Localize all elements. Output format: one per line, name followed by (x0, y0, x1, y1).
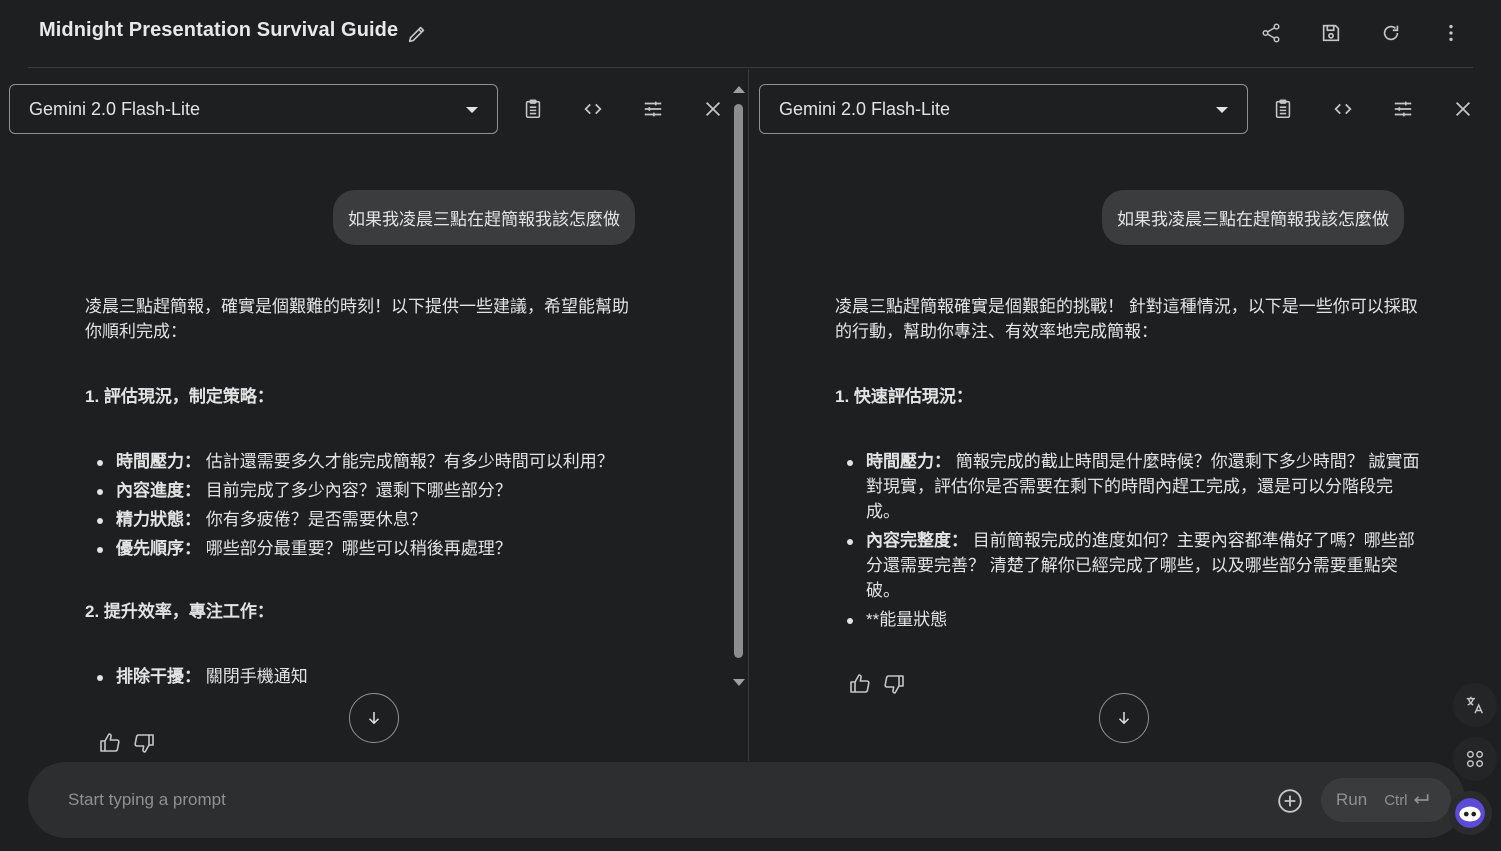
response-intro: 凌晨三點趕簡報，確實是個艱難的時刻！以下提供一些建議，希望能幫助你順利完成： (85, 297, 629, 341)
assistant-icon[interactable] (1448, 791, 1492, 835)
model-selector[interactable]: Gemini 2.0 Flash-Lite (9, 84, 498, 134)
response-intro: 凌晨三點趕簡報確實是個艱鉅的挑戰！ 針對這種情況，以下是一些你可以採取的行動，幫… (835, 297, 1418, 341)
item-text: 目前完成了多少內容？還剩下哪些部分？ (201, 481, 512, 500)
list-item: 內容進度： 目前完成了多少內容？還剩下哪些部分？ (85, 478, 645, 503)
item-text: **能量狀態 (866, 610, 948, 629)
item-label: 精力狀態： (116, 510, 201, 529)
tune-icon[interactable] (641, 97, 665, 121)
compare-panel-left: Gemini 2.0 Flash-Lite 如果我凌晨三點在趕簡報我該怎麼做 凌… (0, 69, 748, 761)
response-list: 排除干擾： 關閉手機通知 (85, 664, 645, 689)
dropdown-caret-icon (1216, 107, 1228, 113)
close-icon[interactable] (1451, 97, 1475, 121)
apps-icon[interactable] (1453, 737, 1497, 781)
model-name: Gemini 2.0 Flash-Lite (29, 98, 201, 119)
more-vert-icon[interactable] (1439, 21, 1463, 45)
thumbs-down-icon[interactable] (882, 672, 906, 696)
code-icon[interactable] (581, 97, 605, 121)
refresh-icon[interactable] (1379, 21, 1403, 45)
scroll-down-button[interactable] (349, 693, 399, 743)
shortcut-label: Ctrl (1384, 791, 1408, 809)
arrow-down-icon (1118, 712, 1130, 725)
save-icon[interactable] (1319, 21, 1343, 45)
model-name: Gemini 2.0 Flash-Lite (779, 98, 951, 119)
list-item: 時間壓力： 簡報完成的截止時間是什麼時候？你還剩下多少時間？ 誠實面對現實，評估… (835, 449, 1425, 524)
response-list: 時間壓力： 估計還需要多久才能完成簡報？有多少時間可以利用？ 內容進度： 目前完… (85, 449, 645, 561)
scroll-up-arrow-icon[interactable] (733, 86, 745, 93)
list-item: **能量狀態 (835, 607, 1425, 632)
scrollbar-thumb[interactable] (734, 104, 743, 658)
thumbs-down-icon[interactable] (132, 731, 156, 755)
item-text: 哪些部分最重要？哪些可以稍後再處理？ (201, 539, 512, 558)
page-title: Midnight Presentation Survival Guide (39, 19, 399, 41)
response-heading: 1. 評估現況，制定策略： (85, 387, 274, 406)
scroll-down-button[interactable] (1099, 693, 1149, 743)
compare-panel-right: Gemini 2.0 Flash-Lite 如果我凌晨三點在趕簡報我該怎麼做 凌… (749, 69, 1501, 761)
run-label: Run (1336, 790, 1368, 809)
item-label: 內容進度： (116, 481, 201, 500)
arrow-down-icon (368, 712, 380, 725)
scroll-down-arrow-icon[interactable] (733, 679, 745, 686)
share-icon[interactable] (1259, 21, 1283, 45)
translate-icon[interactable] (1453, 683, 1497, 727)
prompt-input[interactable] (68, 788, 1168, 812)
response-heading: 2. 提升效率，專注工作： (85, 602, 274, 621)
item-label: 時間壓力： (116, 452, 201, 471)
code-icon[interactable] (1331, 97, 1355, 121)
top-bar: Midnight Presentation Survival Guide (0, 0, 1501, 68)
list-item: 時間壓力： 估計還需要多久才能完成簡報？有多少時間可以利用？ (85, 449, 645, 474)
item-label: 排除干擾： (116, 667, 201, 686)
add-circle-icon[interactable] (1276, 787, 1304, 815)
run-button[interactable]: Run Ctrl (1321, 778, 1451, 822)
dropdown-caret-icon (466, 107, 478, 113)
item-label: 優先順序： (116, 539, 201, 558)
item-text: 關閉手機通知 (201, 667, 308, 686)
model-selector[interactable]: Gemini 2.0 Flash-Lite (759, 84, 1248, 134)
shortcut-hint: Ctrl (1384, 790, 1430, 810)
model-response: 凌晨三點趕簡報確實是個艱鉅的挑戰！ 針對這種情況，以下是一些你可以採取的行動，幫… (835, 294, 1425, 670)
response-heading: 1. 快速評估現況： (835, 387, 973, 406)
list-item: 排除干擾： 關閉手機通知 (85, 664, 645, 689)
list-item: 優先順序： 哪些部分最重要？哪些可以稍後再處理？ (85, 536, 645, 561)
clipboard-icon[interactable] (521, 97, 545, 121)
item-text: 估計還需要多久才能完成簡報？有多少時間可以利用？ (201, 452, 614, 471)
user-message: 如果我凌晨三點在趕簡報我該怎麼做 (1102, 190, 1404, 245)
response-list: 時間壓力： 簡報完成的截止時間是什麼時候？你還剩下多少時間？ 誠實面對現實，評估… (835, 449, 1425, 632)
close-icon[interactable] (701, 97, 725, 121)
model-response: 凌晨三點趕簡報，確實是個艱難的時刻！以下提供一些建議，希望能幫助你順利完成： 1… (85, 294, 645, 727)
list-item: 內容完整度： 目前簡報完成的進度如何？主要內容都準備好了嗎？哪些部分還需要完善？… (835, 528, 1425, 603)
edit-icon[interactable] (405, 22, 429, 46)
clipboard-icon[interactable] (1271, 97, 1295, 121)
item-text: 你有多疲倦？是否需要休息？ (201, 510, 427, 529)
scrollbar[interactable] (731, 86, 745, 686)
item-label: 內容完整度： (866, 531, 968, 550)
user-message: 如果我凌晨三點在趕簡報我該怎麼做 (333, 190, 635, 245)
tune-icon[interactable] (1391, 97, 1415, 121)
prompt-bar: Run Ctrl (28, 762, 1465, 838)
thumbs-up-icon[interactable] (98, 731, 122, 755)
list-item: 精力狀態： 你有多疲倦？是否需要休息？ (85, 507, 645, 532)
item-label: 時間壓力： (866, 452, 951, 471)
header-divider (28, 67, 1473, 68)
enter-key-icon (1413, 794, 1429, 804)
thumbs-up-icon[interactable] (848, 672, 872, 696)
